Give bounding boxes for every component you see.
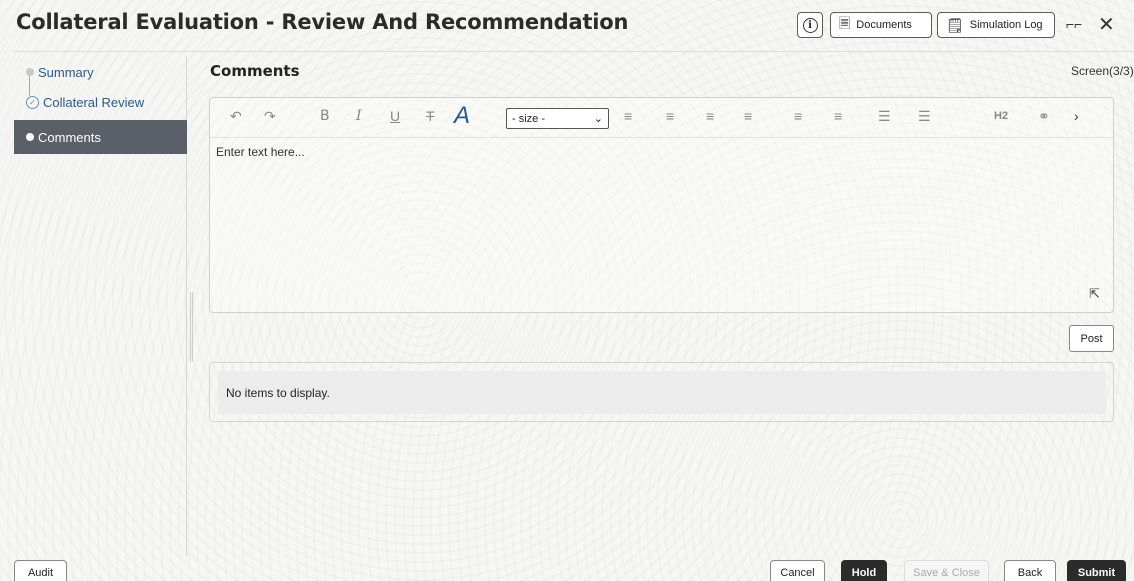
audit-button[interactable]: Audit (14, 560, 67, 581)
section-title: Comments (210, 62, 300, 80)
app-window: Collateral Evaluation - Review And Recom… (0, 0, 1134, 581)
underline-icon[interactable]: U (390, 108, 400, 124)
link-icon[interactable]: ⚭ (1038, 108, 1050, 125)
simulation-log-button[interactable]: 🗒 Simulation Log (937, 12, 1055, 38)
comments-list: No items to display. (209, 362, 1114, 422)
expand-icon[interactable]: ⇱ (1089, 286, 1100, 302)
align-justify-icon[interactable]: ≡ (744, 108, 752, 124)
sidebar-item-label: Comments (38, 129, 101, 145)
post-button[interactable]: Post (1069, 325, 1114, 352)
sidebar-item-label: Summary (38, 64, 94, 80)
screen-count: Screen(3/3) (1071, 64, 1134, 78)
log-icon: 🗒 (946, 16, 964, 33)
check-circle-icon: ✓ (26, 95, 39, 109)
sidebar-resize-handle[interactable] (190, 292, 193, 362)
strikethrough-icon[interactable]: T (426, 108, 435, 124)
sidebar-item-comments[interactable]: Comments (14, 120, 187, 154)
editor-placeholder[interactable]: Enter text here... (216, 145, 305, 159)
sidebar-item-label: Collateral Review (43, 94, 145, 110)
italic-icon[interactable]: I (356, 108, 362, 124)
editor-toolbar: ↶ ↷ B I U T A - size - ⌄ ≡ ≡ ≡ ≡ ≡ ≡ ☰ ☰… (210, 98, 1113, 138)
page-title: Collateral Evaluation - Review And Recom… (16, 10, 629, 34)
info-icon: i (802, 17, 818, 33)
documents-label: Documents (856, 19, 912, 31)
active-dot-icon (26, 133, 34, 141)
empty-list-message: No items to display. (218, 371, 1106, 414)
sidebar: Summary ✓ Collateral Review Comments (14, 56, 187, 556)
pending-dot-icon (26, 68, 34, 76)
indent-icon[interactable]: ≡ (794, 108, 802, 124)
font-color-icon[interactable]: A (454, 102, 470, 130)
outdent-icon[interactable]: ≡ (834, 108, 842, 124)
font-size-value: - size - (512, 112, 545, 125)
chevron-right-icon[interactable]: › (1074, 108, 1079, 124)
heading-icon[interactable]: H2 (994, 110, 1008, 122)
align-left-icon[interactable]: ≡ (624, 108, 632, 124)
align-center-icon[interactable]: ≡ (666, 108, 674, 124)
undo-icon[interactable]: ↶ (230, 108, 242, 125)
bold-icon[interactable]: B (320, 108, 330, 124)
sidebar-item-summary[interactable]: Summary (14, 56, 187, 88)
align-right-icon[interactable]: ≡ (706, 108, 714, 124)
documents-button[interactable]: 🗏 Documents (830, 12, 932, 38)
simulation-log-label: Simulation Log (969, 19, 1043, 31)
sidebar-item-collateral-review[interactable]: ✓ Collateral Review (14, 86, 187, 118)
submit-button[interactable]: Submit (1067, 560, 1126, 581)
minimize-icon[interactable]: ⌐⌐ (1066, 16, 1082, 32)
bullet-list-icon[interactable]: ☰ (878, 108, 891, 125)
back-button[interactable]: Back (1004, 560, 1056, 581)
close-icon[interactable]: ✕ (1098, 12, 1115, 37)
cancel-button[interactable]: Cancel (770, 560, 825, 581)
info-button[interactable]: i (797, 12, 823, 38)
hold-button[interactable]: Hold (841, 560, 887, 581)
numbered-list-icon[interactable]: ☰ (918, 108, 931, 125)
chevron-down-icon: ⌄ (593, 113, 603, 125)
document-icon: 🗏 (839, 15, 851, 31)
save-close-button[interactable]: Save & Close (904, 560, 989, 581)
rich-text-editor[interactable]: ↶ ↷ B I U T A - size - ⌄ ≡ ≡ ≡ ≡ ≡ ≡ ☰ ☰… (209, 97, 1114, 313)
redo-icon[interactable]: ↷ (264, 108, 276, 125)
font-size-select[interactable]: - size - ⌄ (506, 108, 609, 129)
